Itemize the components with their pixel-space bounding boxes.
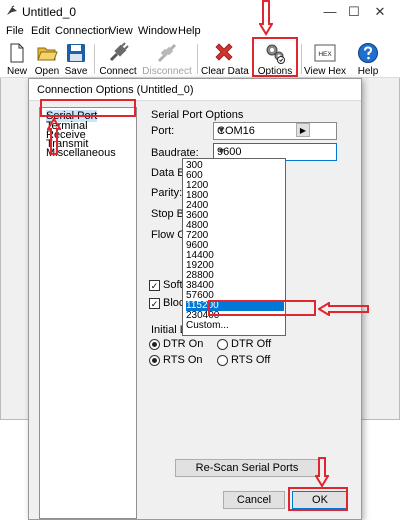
close-button[interactable]: ✕ bbox=[366, 2, 394, 22]
cancel-button[interactable]: Cancel bbox=[223, 491, 285, 509]
view-hex-button[interactable]: HEX View Hex bbox=[304, 40, 346, 78]
save-button[interactable]: Save bbox=[63, 40, 89, 78]
menu-view[interactable]: View bbox=[109, 25, 133, 37]
port-more-button[interactable]: ▶ bbox=[296, 123, 310, 137]
baud-option-custom[interactable]: Custom... bbox=[186, 321, 284, 331]
port-select[interactable]: COM16 ▼ bbox=[213, 122, 337, 140]
plug-disconnect-icon bbox=[157, 43, 177, 63]
maximize-button[interactable]: ☐ bbox=[340, 2, 368, 22]
new-label: New bbox=[6, 66, 27, 77]
help-question-icon bbox=[358, 43, 378, 63]
view-hex-label: View Hex bbox=[304, 66, 347, 77]
new-file-icon bbox=[10, 43, 24, 63]
dialog-title-bar: Connection Options (Untitled_0) bbox=[29, 79, 361, 101]
clear-data-label: Clear Data bbox=[201, 66, 249, 77]
dtr-off-label: DTR Off bbox=[231, 338, 272, 350]
hex-icon: HEX bbox=[314, 44, 336, 62]
open-label: Open bbox=[34, 66, 60, 77]
toolbar-separator bbox=[94, 44, 95, 74]
red-x-icon bbox=[215, 43, 233, 61]
save-label: Save bbox=[64, 66, 88, 77]
menu-help[interactable]: Help bbox=[178, 25, 201, 37]
annotation-arrow-down-icon bbox=[259, 0, 273, 36]
menu-connection[interactable]: Connection bbox=[55, 25, 111, 37]
hex-icon-text: HEX bbox=[318, 51, 332, 58]
help-label: Help bbox=[357, 66, 379, 77]
annotation-box-115200 bbox=[208, 300, 316, 316]
open-button[interactable]: Open bbox=[32, 40, 62, 78]
connect-button[interactable]: Connect bbox=[99, 40, 137, 78]
annotation-box-ok bbox=[288, 487, 348, 511]
annotation-box-serial-port bbox=[40, 99, 136, 117]
rts-on-label: RTS On bbox=[163, 354, 203, 366]
folder-open-icon bbox=[37, 47, 58, 61]
new-button[interactable]: New bbox=[4, 40, 30, 78]
disconnect-button[interactable]: Disconnect bbox=[142, 40, 192, 78]
dtr-off-radio[interactable] bbox=[217, 339, 228, 350]
rts-on-radio[interactable] bbox=[149, 355, 160, 366]
annotation-arrow-down-icon bbox=[315, 457, 329, 487]
menu-edit[interactable]: Edit bbox=[31, 25, 50, 37]
annotation-box-options bbox=[252, 37, 298, 77]
category-list: Serial Port Terminal Receive Transmit Mi… bbox=[39, 107, 137, 519]
parity-label: Parity: bbox=[151, 187, 183, 199]
rts-off-label: RTS Off bbox=[231, 354, 271, 366]
app-icon bbox=[7, 5, 17, 15]
rts-off-radio[interactable] bbox=[217, 355, 228, 366]
toolbar-separator bbox=[197, 44, 198, 74]
disconnect-label: Disconnect bbox=[142, 66, 192, 77]
dialog-title: Connection Options (Untitled_0) bbox=[37, 84, 194, 96]
menu-window[interactable]: Window bbox=[138, 25, 177, 37]
block-keystrokes-checkbox[interactable]: ✓ bbox=[149, 298, 160, 309]
toolbar: New Open Save Connect Disconnect Clear D… bbox=[0, 40, 400, 78]
annotation-arrow-up-icon bbox=[47, 118, 61, 155]
annotation-arrow-left-icon bbox=[318, 302, 369, 316]
port-label: Port: bbox=[151, 125, 175, 137]
plug-connect-icon bbox=[109, 42, 129, 62]
help-button[interactable]: Help bbox=[354, 40, 382, 78]
window-title: Untitled_0 bbox=[22, 5, 77, 19]
dtr-on-label: DTR On bbox=[163, 338, 204, 350]
serial-port-options-title: Serial Port Options bbox=[151, 109, 244, 121]
clear-data-button[interactable]: Clear Data bbox=[201, 40, 249, 78]
toolbar-separator bbox=[301, 44, 302, 74]
floppy-disk-icon bbox=[67, 44, 85, 62]
chevron-down-icon: ▼ bbox=[217, 125, 226, 135]
main-title-bar: Untitled_0 — ☐ ✕ bbox=[0, 0, 400, 24]
software-supp-checkbox[interactable]: ✓ bbox=[149, 280, 160, 291]
menu-file[interactable]: File bbox=[6, 25, 24, 37]
chevron-down-icon: ▼ bbox=[217, 146, 226, 156]
menu-bar: File Edit Connection View Window Help bbox=[0, 24, 400, 40]
rescan-serial-ports-button[interactable]: Re-Scan Serial Ports bbox=[175, 459, 319, 477]
connect-label: Connect bbox=[99, 66, 137, 77]
dtr-on-radio[interactable] bbox=[149, 339, 160, 350]
